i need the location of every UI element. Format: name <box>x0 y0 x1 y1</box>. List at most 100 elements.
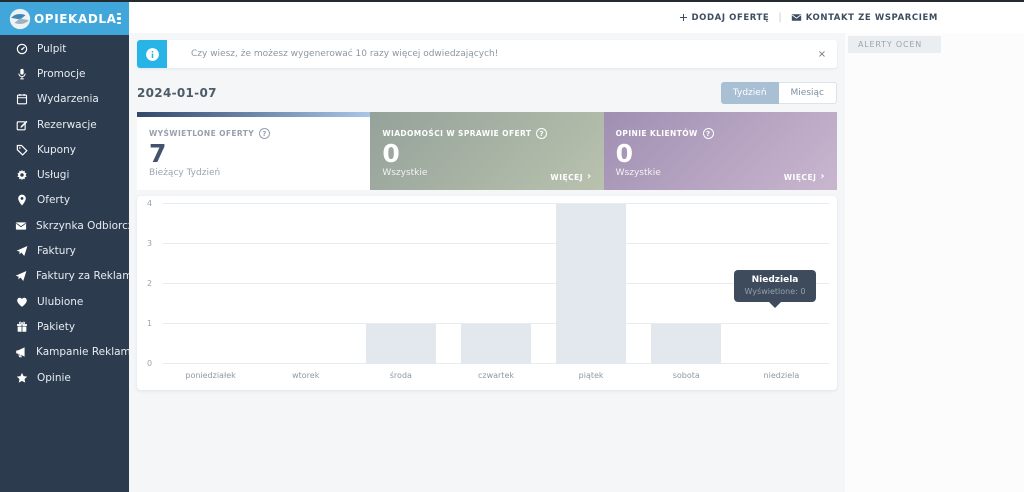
map-pin-icon <box>15 194 28 207</box>
sidebar-item-label: Promocje <box>37 68 85 80</box>
sidebar-item-label: Rezerwacje <box>37 119 97 131</box>
sidebar: OPIEKADLA Pulpit Promocje Wydarzenia Rezerw… <box>0 2 129 492</box>
card-client-reviews: OPINIE KLIENTÓW ? 0 Wszystkie WIĘCEJ › <box>604 112 837 190</box>
x-tick-label: czwartek <box>448 371 543 380</box>
card-accent-strip <box>137 112 370 117</box>
card-value: 0 <box>382 141 591 167</box>
gear-icon <box>15 169 28 182</box>
sidebar-item-rezerwacje[interactable]: Rezerwacje <box>0 112 129 137</box>
chevron-right-icon: › <box>820 172 825 182</box>
sidebar-item-label: Oferty <box>37 194 70 206</box>
top-bar-separator: | <box>778 12 781 23</box>
sidebar-item-skrzynka-odbiorcza[interactable]: Skrzynka Odbiorcza <box>0 213 129 238</box>
sidebar-menu: Pulpit Promocje Wydarzenia Rezerwacje Kupony… <box>0 35 129 390</box>
sidebar-header: OPIEKADLA <box>0 2 129 35</box>
alerts-panel-header: ALERTY OCEN <box>848 36 941 53</box>
heart-icon <box>15 295 28 308</box>
help-icon[interactable]: ? <box>536 128 547 139</box>
bar <box>366 324 436 364</box>
y-tick-label: 3 <box>147 239 152 248</box>
brand-logo-icon[interactable] <box>9 8 31 30</box>
sidebar-item-ulubione[interactable]: Ulubione <box>0 289 129 314</box>
add-offer-link[interactable]: DODAJ OFERTĘ <box>679 13 770 23</box>
chart-plot-area <box>163 204 829 364</box>
tooltip-value: Wyświetlone: 0 <box>738 287 812 296</box>
edit-icon <box>15 118 28 131</box>
chevron-right-icon: › <box>587 172 592 182</box>
bar <box>556 204 626 364</box>
info-banner: Czy wiesz, że możesz wygenerować 10 razy… <box>137 40 837 68</box>
sidebar-item-kupony[interactable]: Kupony <box>0 137 129 162</box>
bar-sobota[interactable] <box>639 204 734 364</box>
sidebar-item-opinie[interactable]: Opinie <box>0 365 129 390</box>
tooltip-title: Niedziela <box>738 275 812 285</box>
sidebar-item-kampanie-reklamowe[interactable]: Kampanie Reklamowe <box>0 340 129 365</box>
chart-bars <box>163 204 829 364</box>
banner-close-icon[interactable]: × <box>807 49 837 60</box>
right-panel: ALERTY OCEN <box>845 33 1024 492</box>
tag-icon <box>15 143 28 156</box>
bar <box>461 324 531 364</box>
sidebar-item-label: Wydarzenia <box>37 93 99 105</box>
help-icon[interactable]: ? <box>259 128 270 139</box>
sidebar-item-label: Faktury za Reklamę <box>36 270 139 282</box>
dashboard-icon <box>15 42 28 55</box>
y-tick-label: 2 <box>147 279 152 288</box>
sidebar-item-wydarzenia[interactable]: Wydarzenia <box>0 87 129 112</box>
sidebar-item-pulpit[interactable]: Pulpit <box>0 36 129 61</box>
period-toggle: Tydzień Miesiąc <box>721 82 837 104</box>
gift-icon <box>15 320 28 333</box>
microphone-icon <box>15 67 28 80</box>
plus-icon <box>679 13 688 22</box>
contact-support-label: KONTAKT ZE WSPARCIEM <box>806 13 938 23</box>
x-tick-label: piątek <box>544 371 639 380</box>
sidebar-item-label: Usługi <box>37 169 69 181</box>
week-button[interactable]: Tydzień <box>721 82 779 104</box>
card-value: 7 <box>149 141 358 167</box>
help-icon[interactable]: ? <box>703 128 714 139</box>
contact-support-link[interactable]: KONTAKT ZE WSPARCIEM <box>791 12 938 23</box>
bar <box>651 324 721 364</box>
envelope-icon <box>15 219 27 232</box>
sidebar-item-label: Pakiety <box>37 321 75 333</box>
brand-name[interactable]: OPIEKADLA <box>34 12 117 26</box>
sidebar-item-label: Opinie <box>37 372 71 384</box>
send-icon <box>15 245 28 258</box>
sidebar-item-oferty[interactable]: Oferty <box>0 188 129 213</box>
top-bar: DODAJ OFERTĘ | KONTAKT ZE WSPARCIEM <box>129 2 1024 33</box>
card-displayed-offers: WYŚWIETLONE OFERTY ? 7 Bieżący Tydzień <box>137 112 370 190</box>
sidebar-item-us-ugi[interactable]: Usługi <box>0 162 129 187</box>
bar-wtorek[interactable] <box>258 204 353 364</box>
more-link[interactable]: WIĘCEJ › <box>784 172 825 182</box>
sidebar-item-label: Faktury <box>37 245 76 257</box>
sidebar-item-pakiety[interactable]: Pakiety <box>0 314 129 339</box>
envelope-icon <box>791 12 802 23</box>
x-tick-label: sobota <box>639 371 734 380</box>
star-icon <box>15 371 28 384</box>
more-link[interactable]: WIĘCEJ › <box>550 172 591 182</box>
sidebar-item-faktury[interactable]: Faktury <box>0 238 129 263</box>
x-tick-label: poniedziałek <box>163 371 258 380</box>
sidebar-item-promocje[interactable]: Promocje <box>0 61 129 86</box>
chart-y-axis: 01234 <box>147 204 163 364</box>
stat-cards: WYŚWIETLONE OFERTY ? 7 Bieżący Tydzień W… <box>137 112 837 190</box>
month-button[interactable]: Miesiąc <box>779 82 837 104</box>
banner-message: Czy wiesz, że możesz wygenerować 10 razy… <box>167 49 807 59</box>
x-tick-label: wtorek <box>258 371 353 380</box>
send-icon <box>15 270 27 283</box>
chart-x-axis: poniedziałekwtorekśrodaczwartekpiąteksob… <box>163 364 829 380</box>
bar-czwartek[interactable] <box>448 204 543 364</box>
card-value: 0 <box>616 141 825 167</box>
bar--roda[interactable] <box>353 204 448 364</box>
main-content: Czy wiesz, że możesz wygenerować 10 razy… <box>129 33 845 492</box>
hamburger-menu-icon[interactable] <box>117 13 121 25</box>
bar-poniedzia-ek[interactable] <box>163 204 258 364</box>
weekly-views-chart: 01234 poniedziałekwtorekśrodaczwartekpią… <box>137 196 837 390</box>
bar-pi-tek[interactable] <box>544 204 639 364</box>
current-date: 2024-01-07 <box>137 86 217 100</box>
app-window: OPIEKADLA Pulpit Promocje Wydarzenia Rezerw… <box>0 0 1024 492</box>
toolbar: 2024-01-07 Tydzień Miesiąc <box>137 82 837 104</box>
card-title: OPINIE KLIENTÓW <box>616 129 698 138</box>
sidebar-item-faktury-za-reklam[interactable]: Faktury za Reklamę <box>0 264 129 289</box>
sidebar-item-label: Ulubione <box>37 296 83 308</box>
